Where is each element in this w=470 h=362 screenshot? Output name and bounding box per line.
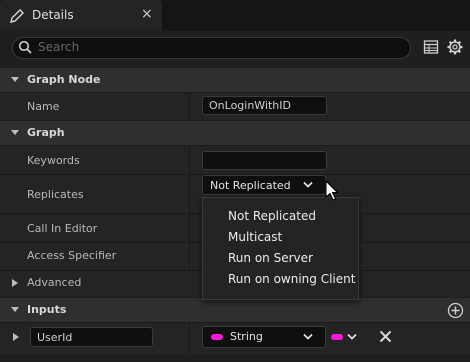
- section-label: Advanced: [27, 276, 82, 289]
- section-label: Graph: [27, 126, 65, 139]
- mouse-cursor-icon: [325, 180, 339, 201]
- chevron-down-icon: [11, 130, 19, 135]
- property-label: Replicates: [27, 188, 84, 201]
- chevron-down-icon: [303, 181, 313, 188]
- section-label: Inputs: [27, 303, 67, 316]
- search-input[interactable]: [38, 38, 398, 56]
- column-divider: [189, 242, 190, 270]
- column-divider: [189, 145, 190, 174]
- chevron-right-icon[interactable]: [12, 332, 20, 342]
- menu-item-run-on-server[interactable]: Run on Server: [228, 251, 313, 265]
- keywords-field[interactable]: [202, 151, 327, 170]
- param-name-field[interactable]: [30, 327, 153, 347]
- property-label: Call In Editor: [27, 222, 98, 235]
- column-divider: [189, 213, 190, 242]
- search-icon: [18, 40, 32, 54]
- property-label: Keywords: [27, 154, 80, 167]
- string-type-pill-icon: [211, 334, 223, 340]
- section-label: Graph Node: [27, 73, 101, 86]
- chevron-down-icon[interactable]: [347, 333, 357, 341]
- column-divider: [189, 92, 190, 120]
- replicates-value: Not Replicated: [210, 179, 291, 192]
- property-label: Name: [27, 100, 60, 113]
- close-icon[interactable]: ×: [141, 6, 153, 22]
- pencil-icon: [10, 9, 24, 23]
- close-icon[interactable]: [379, 330, 392, 343]
- menu-item-run-on-owning-client[interactable]: Run on owning Client: [228, 272, 355, 286]
- container-type-pill-icon[interactable]: [331, 334, 343, 340]
- menu-item-multicast[interactable]: Multicast: [228, 230, 282, 244]
- chevron-down-icon: [11, 77, 19, 82]
- table-view-icon[interactable]: [423, 39, 439, 55]
- menu-item-not-replicated[interactable]: Not Replicated: [228, 209, 316, 223]
- section-graph[interactable]: [0, 121, 470, 145]
- chevron-right-icon: [12, 279, 18, 287]
- chevron-down-icon: [303, 333, 313, 340]
- name-field[interactable]: [202, 96, 327, 115]
- gear-icon[interactable]: [446, 38, 464, 56]
- chevron-down-icon: [11, 307, 19, 312]
- tab-title: Details: [32, 8, 74, 22]
- section-inputs[interactable]: [0, 298, 470, 322]
- param-type-value: String: [230, 330, 263, 343]
- property-label: Access Specifier: [27, 249, 117, 262]
- add-icon[interactable]: [447, 302, 464, 319]
- panel-footer: [0, 354, 470, 362]
- column-divider: [189, 174, 190, 213]
- column-divider: [189, 322, 190, 354]
